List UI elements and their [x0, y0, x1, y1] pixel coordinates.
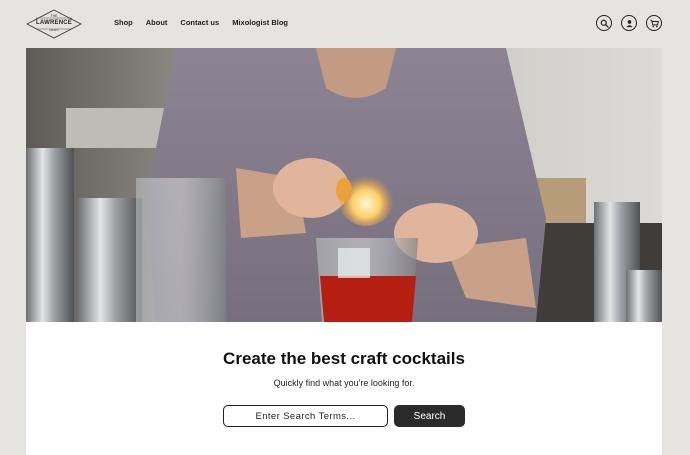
logo-bottom-text: CRAFT [49, 28, 59, 32]
page-subhead: Quickly find what you're looking for. [273, 378, 415, 388]
nav-shop-link[interactable]: Shop [114, 18, 133, 27]
hero-illustration [26, 48, 662, 322]
search-input[interactable] [223, 405, 388, 427]
logo-name: LAWRENCE [36, 20, 72, 26]
search-icon [600, 19, 609, 28]
search-icon-button[interactable] [596, 15, 612, 31]
search-button[interactable]: Search [394, 405, 465, 427]
logo-top-text: THE [50, 14, 58, 18]
nav-contact-link[interactable]: Contact us [180, 18, 219, 27]
hero-image [26, 48, 662, 322]
cart-icon-button[interactable] [646, 15, 662, 31]
page-headline: Create the best craft cocktails [223, 349, 465, 368]
brand-logo[interactable]: THE LAWRENCE CRAFT [26, 9, 82, 39]
account-icon-button[interactable] [621, 15, 637, 31]
header-actions [596, 15, 662, 31]
site-header: THE LAWRENCE CRAFT Shop About Contact us… [0, 0, 690, 48]
cart-icon [649, 19, 659, 27]
nav-blog-link[interactable]: Mixologist Blog [232, 18, 288, 27]
account-icon [625, 19, 633, 27]
nav-about-link[interactable]: About [146, 18, 168, 27]
main-nav: Shop About Contact us Mixologist Blog [114, 18, 301, 27]
search-panel: Create the best craft cocktails Quickly … [26, 322, 662, 455]
